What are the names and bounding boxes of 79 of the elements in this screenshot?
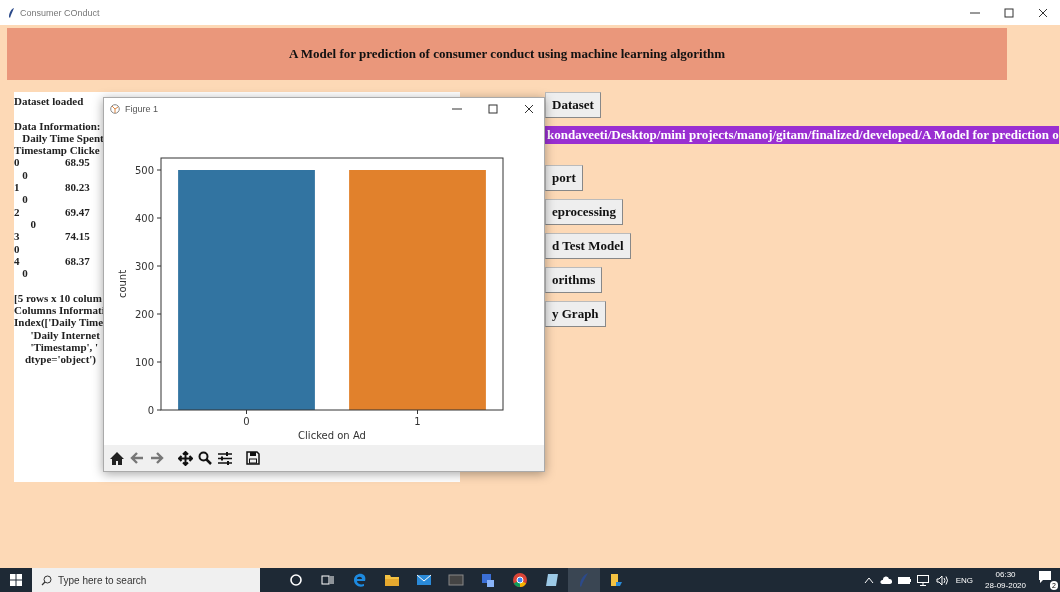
folder-icon[interactable] bbox=[384, 572, 400, 588]
x-axis-label: Clicked on Ad bbox=[298, 430, 366, 441]
browser-icon[interactable] bbox=[352, 572, 368, 588]
notepad-icon[interactable] bbox=[544, 572, 560, 588]
chevron-up-icon[interactable] bbox=[863, 576, 874, 584]
document-app-icon[interactable] bbox=[480, 572, 496, 588]
feather-icon bbox=[8, 7, 15, 18]
mail-icon[interactable] bbox=[416, 572, 432, 588]
y-axis-label: count bbox=[117, 269, 128, 299]
console-text: 0 bbox=[21, 168, 28, 182]
row-index: 3 bbox=[14, 230, 21, 243]
console-text: 0 bbox=[14, 242, 20, 255]
row-value: 74.15 bbox=[65, 230, 90, 243]
close-icon[interactable] bbox=[1038, 7, 1048, 18]
y-tick-label: 400 bbox=[134, 212, 154, 224]
row-index: 2 bbox=[14, 205, 21, 218]
y-tick-label: 0 bbox=[147, 404, 154, 416]
home-icon[interactable] bbox=[110, 451, 124, 465]
row-value: 69.47 bbox=[65, 205, 90, 218]
row-index: 4 bbox=[14, 254, 21, 268]
x-tick-label: 0 bbox=[243, 416, 250, 427]
action-button[interactable]: d Test Model bbox=[545, 233, 631, 259]
sliders-icon[interactable] bbox=[218, 451, 232, 465]
y-tick-label: 300 bbox=[134, 260, 154, 272]
console-text: 0 bbox=[21, 267, 28, 280]
y-tick-label: 200 bbox=[134, 308, 154, 320]
header-banner: A Model for prediction of consumer conduct using machine learning algorithm bbox=[7, 28, 1007, 80]
action-button[interactable]: eprocessing bbox=[545, 199, 624, 225]
network-icon[interactable] bbox=[916, 574, 930, 586]
console-text: dtype='object') bbox=[24, 353, 97, 366]
search-field[interactable]: Type here to search bbox=[32, 568, 260, 592]
console-text: Data Information: bbox=[14, 119, 101, 132]
close-icon[interactable] bbox=[524, 104, 534, 114]
circle-icon[interactable] bbox=[288, 572, 304, 588]
console-text: Dataset loaded bbox=[14, 95, 84, 108]
maximize-icon[interactable] bbox=[1004, 7, 1014, 18]
folder-icon[interactable] bbox=[608, 572, 624, 588]
action-button[interactable]: orithms bbox=[545, 267, 603, 293]
console-text: 'Daily Internet bbox=[29, 328, 100, 341]
file-path-label: kondaveeti/Desktop/mini projects/manoj/gitam/finalized/developed/A Model for prediction o bbox=[545, 126, 1059, 144]
search-icon bbox=[41, 575, 52, 586]
x-tick-label: 1 bbox=[414, 416, 421, 427]
console-text: Index(['Daily Time bbox=[14, 316, 104, 329]
action-button[interactable]: port bbox=[545, 165, 583, 191]
app-icon bbox=[110, 104, 120, 114]
row-index: 0 bbox=[14, 156, 21, 169]
cloud-icon[interactable] bbox=[879, 576, 892, 584]
clock[interactable]: 06:30 28-09-2020 bbox=[985, 569, 1026, 591]
row-value: 68.95 bbox=[65, 156, 90, 169]
y-tick-label: 100 bbox=[134, 356, 154, 368]
windows-logo-icon[interactable] bbox=[8, 572, 24, 588]
row-value: 80.23 bbox=[65, 181, 90, 194]
move-icon[interactable] bbox=[177, 450, 193, 466]
terminal-icon[interactable] bbox=[448, 572, 464, 588]
console-text: Timestamp Clicke bbox=[14, 144, 100, 157]
window-title: Consumer COnduct bbox=[20, 7, 100, 18]
action-button[interactable]: Dataset bbox=[545, 92, 601, 118]
chrome-icon[interactable] bbox=[512, 572, 528, 588]
console-text: Daily Time Spent bbox=[21, 131, 104, 145]
row-value: 68.37 bbox=[65, 254, 90, 268]
row-index: 1 bbox=[14, 181, 21, 194]
language-indicator[interactable]: ENG bbox=[955, 575, 974, 585]
y-tick-label: 500 bbox=[134, 164, 154, 176]
speaker-icon[interactable] bbox=[935, 574, 950, 586]
action-button[interactable]: y Graph bbox=[545, 301, 606, 327]
task-view-icon[interactable] bbox=[320, 572, 336, 588]
figure-title: Figure 1 bbox=[125, 104, 159, 114]
zoom-icon[interactable] bbox=[198, 451, 212, 465]
notification-icon[interactable] bbox=[1038, 570, 1052, 584]
console-text: 'Timestamp', ' bbox=[29, 340, 99, 354]
console-text: 0 bbox=[21, 193, 28, 206]
maximize-icon[interactable] bbox=[488, 104, 498, 114]
battery-icon[interactable] bbox=[897, 576, 911, 584]
back-arrow-icon[interactable] bbox=[130, 452, 144, 464]
console-text: 0 bbox=[29, 217, 36, 231]
forward-arrow-icon[interactable] bbox=[150, 452, 164, 464]
save-icon[interactable] bbox=[246, 451, 260, 465]
console-text: Columns Informati bbox=[14, 304, 105, 317]
console-text: [5 rows x 10 colum bbox=[14, 291, 102, 305]
